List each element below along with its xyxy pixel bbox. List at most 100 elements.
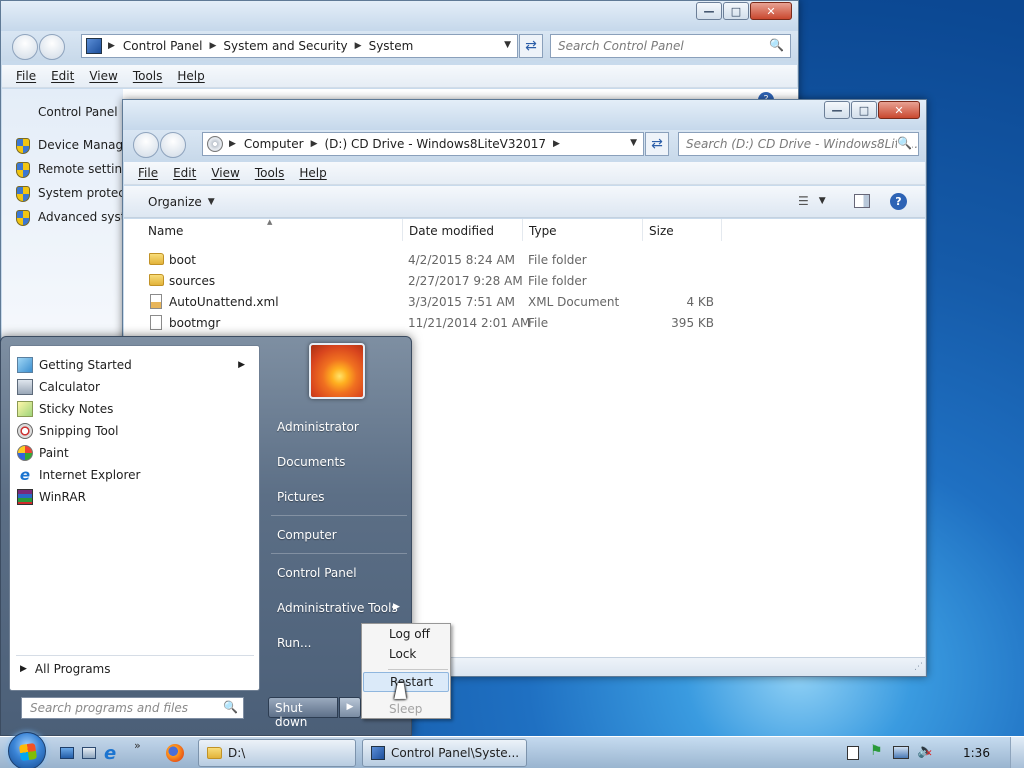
file-row[interactable]: boot 4/2/2015 8:24 AM File folder bbox=[148, 251, 728, 271]
firefox-icon[interactable] bbox=[166, 744, 184, 762]
volume-muted-icon[interactable]: 🔈 ✕ bbox=[917, 743, 934, 759]
preview-pane-icon[interactable] bbox=[854, 194, 870, 208]
program-label: Sticky Notes bbox=[39, 402, 114, 416]
search-icon[interactable]: 🔍 bbox=[223, 700, 238, 714]
explorer-breadcrumb-0[interactable]: Computer bbox=[244, 137, 304, 151]
cp-refresh-button[interactable]: ⇄ bbox=[519, 34, 543, 58]
cp-task-device-manager[interactable]: Device Manager bbox=[16, 138, 135, 154]
details-view-icon: ☰ bbox=[798, 194, 809, 208]
file-row[interactable]: bootmgr 11/21/2014 2:01 AM File 395 KB bbox=[148, 314, 728, 334]
chevron-right-icon: ▶ bbox=[393, 602, 400, 612]
tray-notes-icon[interactable] bbox=[847, 746, 859, 760]
chevron-down-icon[interactable]: ▼ bbox=[630, 138, 637, 148]
internet-explorer-quicklaunch-icon[interactable]: e bbox=[104, 743, 116, 764]
user-picture[interactable] bbox=[309, 343, 365, 399]
organize-label: Organize bbox=[148, 195, 202, 209]
column-header-name[interactable]: Name bbox=[148, 224, 402, 246]
column-header-date[interactable]: Date modified bbox=[402, 219, 522, 241]
cp-menu-help[interactable]: Help bbox=[177, 69, 204, 83]
switch-windows-quicklaunch-icon[interactable] bbox=[82, 747, 96, 759]
explorer-minimize-button[interactable]: — bbox=[824, 101, 850, 119]
program-internet-explorer[interactable]: e Internet Explorer bbox=[13, 464, 253, 486]
cp-task-remote-settings[interactable]: Remote settings bbox=[16, 162, 136, 178]
network-icon[interactable] bbox=[893, 746, 909, 759]
cp-back-button[interactable] bbox=[12, 34, 38, 60]
program-paint[interactable]: Paint bbox=[13, 442, 253, 464]
cp-menu-view[interactable]: View bbox=[89, 69, 117, 83]
file-type: File bbox=[528, 316, 549, 330]
organize-button[interactable]: Organize ▼ bbox=[148, 195, 215, 209]
power-sleep[interactable]: Sleep bbox=[363, 699, 449, 719]
cp-forward-button[interactable] bbox=[39, 34, 65, 60]
explorer-search-placeholder: Search (D:) CD Drive - Windows8Lite... bbox=[686, 137, 919, 151]
explorer-menu-view[interactable]: View bbox=[211, 166, 239, 180]
program-sticky-notes[interactable]: Sticky Notes bbox=[13, 398, 253, 420]
clock[interactable]: 1:36 bbox=[963, 746, 990, 760]
cp-menu-edit[interactable]: Edit bbox=[51, 69, 74, 83]
explorer-menu-help[interactable]: Help bbox=[299, 166, 326, 180]
program-snipping-tool[interactable]: Snipping Tool bbox=[13, 420, 253, 442]
program-winrar[interactable]: WinRAR bbox=[13, 486, 253, 508]
explorer-breadcrumb-1[interactable]: (D:) CD Drive - Windows8LiteV32017 bbox=[325, 137, 547, 151]
explorer-refresh-button[interactable]: ⇄ bbox=[645, 132, 669, 156]
cp-minimize-button[interactable]: — bbox=[696, 2, 722, 20]
taskbar-button-explorer[interactable]: D:\ bbox=[198, 739, 356, 767]
program-getting-started[interactable]: Getting Started ▶ bbox=[13, 354, 253, 376]
cp-home-link[interactable]: Control Panel H bbox=[38, 105, 130, 119]
start-right-pictures[interactable]: Pictures bbox=[277, 490, 325, 504]
start-right-administrator[interactable]: Administrator bbox=[277, 420, 359, 434]
explorer-back-button[interactable] bbox=[133, 132, 159, 158]
cp-search-input[interactable]: Search Control Panel 🔍 bbox=[550, 34, 791, 58]
cp-address-bar[interactable]: ▶ Control Panel ▶ System and Security ▶ … bbox=[81, 34, 518, 58]
program-calculator[interactable]: Calculator bbox=[13, 376, 253, 398]
explorer-menu-file[interactable]: File bbox=[138, 166, 158, 180]
show-desktop-quicklaunch-icon[interactable] bbox=[60, 747, 74, 759]
start-button[interactable] bbox=[8, 732, 46, 768]
cp-maximize-button[interactable]: □ bbox=[723, 2, 749, 20]
explorer-address-bar[interactable]: ▶ Computer ▶ (D:) CD Drive - Windows8Lit… bbox=[202, 132, 644, 156]
action-center-flag-icon[interactable]: ⚑ bbox=[870, 743, 883, 759]
show-desktop-button[interactable] bbox=[1010, 737, 1024, 768]
explorer-close-button[interactable]: ✕ bbox=[878, 101, 920, 119]
file-row[interactable]: AutoUnattend.xml 3/3/2015 7:51 AM XML Do… bbox=[148, 293, 728, 313]
shutdown-options-button[interactable]: ▶ bbox=[339, 697, 361, 718]
internet-explorer-icon: e bbox=[19, 466, 31, 484]
cp-breadcrumb-1[interactable]: System and Security bbox=[223, 39, 347, 53]
all-programs-button[interactable]: ▶ All Programs bbox=[20, 662, 111, 676]
explorer-search-input[interactable]: Search (D:) CD Drive - Windows8Lite... 🔍 bbox=[678, 132, 919, 156]
view-options-button[interactable]: ☰ ▼ bbox=[798, 194, 826, 208]
chevron-down-icon[interactable]: ▼ bbox=[504, 40, 511, 50]
help-icon[interactable]: ? bbox=[890, 193, 907, 210]
cp-breadcrumb-0[interactable]: Control Panel bbox=[123, 39, 203, 53]
resize-grip-icon[interactable]: ⋰ bbox=[914, 662, 923, 672]
start-right-run[interactable]: Run... bbox=[277, 636, 311, 650]
power-lock[interactable]: Lock bbox=[363, 644, 449, 664]
search-icon[interactable]: 🔍 bbox=[897, 136, 912, 150]
start-right-administrative-tools[interactable]: Administrative Tools bbox=[277, 601, 398, 615]
explorer-menu-tools[interactable]: Tools bbox=[255, 166, 285, 180]
start-right-control-panel[interactable]: Control Panel bbox=[277, 566, 357, 580]
start-search-input[interactable]: Search programs and files 🔍 bbox=[21, 697, 244, 719]
shutdown-button[interactable]: Shut down bbox=[268, 697, 338, 729]
explorer-menu-edit[interactable]: Edit bbox=[173, 166, 196, 180]
cp-menu-file[interactable]: File bbox=[16, 69, 36, 83]
folder-icon bbox=[149, 253, 164, 265]
file-row[interactable]: sources 2/27/2017 9:28 AM File folder bbox=[148, 272, 728, 292]
power-log-off[interactable]: Log off bbox=[363, 624, 449, 644]
column-header-type[interactable]: Type bbox=[522, 219, 642, 241]
cp-menu-tools[interactable]: Tools bbox=[133, 69, 163, 83]
taskbar-button-control-panel[interactable]: Control Panel\Syste... bbox=[362, 739, 527, 767]
explorer-titlebar[interactable]: — □ ✕ bbox=[123, 100, 926, 130]
cp-titlebar[interactable]: — □ ✕ bbox=[1, 1, 798, 31]
folder-icon bbox=[207, 747, 222, 759]
start-right-documents[interactable]: Documents bbox=[277, 455, 345, 469]
chevron-down-icon: ▼ bbox=[207, 197, 215, 207]
explorer-maximize-button[interactable]: □ bbox=[851, 101, 877, 119]
start-right-computer[interactable]: Computer bbox=[277, 528, 337, 542]
column-header-size[interactable]: Size bbox=[642, 219, 722, 241]
cp-close-button[interactable]: ✕ bbox=[750, 2, 792, 20]
explorer-forward-button[interactable] bbox=[160, 132, 186, 158]
quicklaunch-overflow-icon[interactable]: » bbox=[134, 739, 141, 752]
search-icon[interactable]: 🔍 bbox=[769, 38, 784, 52]
cp-breadcrumb-2[interactable]: System bbox=[369, 39, 414, 53]
